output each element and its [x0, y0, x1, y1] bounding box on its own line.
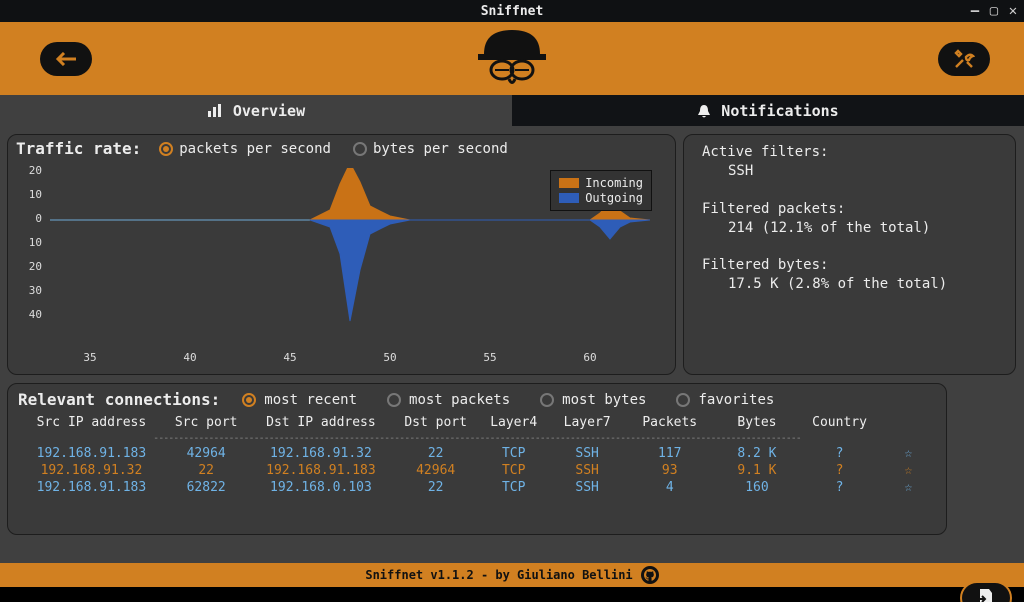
cell-bytes: 9.1 K	[716, 462, 799, 479]
col-l7: Layer7	[550, 413, 623, 432]
tools-icon	[953, 48, 975, 70]
cell-l7: SSH	[550, 462, 623, 479]
radio-bps-label: bytes per second	[373, 141, 508, 157]
minimize-button[interactable]: –	[970, 6, 980, 16]
file-export-icon	[977, 588, 995, 602]
cell-dst_port: 42964	[394, 462, 477, 479]
filters-panel: Active filters: SSH Filtered packets: 21…	[683, 134, 1016, 375]
cell-packets: 93	[624, 462, 716, 479]
filters-l6: 17.5 K (2.8% of the total)	[728, 275, 997, 294]
table-row[interactable]: 192.168.91.3222192.168.91.18342964TCPSSH…	[18, 462, 936, 479]
footer: Sniffnet v1.1.2 - by Giuliano Bellini	[0, 563, 1024, 587]
radio-pps[interactable]	[159, 142, 173, 156]
back-button[interactable]	[40, 42, 92, 76]
radio-favorites[interactable]	[676, 393, 690, 407]
radio-pps-label: packets per second	[179, 141, 331, 157]
footer-text: Sniffnet v1.1.2 - by Giuliano Bellini	[365, 568, 632, 582]
connections-title: Relevant connections:	[18, 390, 220, 409]
radio-most-packets-label: most packets	[409, 392, 510, 408]
cell-country: ?	[798, 479, 881, 496]
github-icon	[644, 569, 656, 581]
cell-country: ?	[798, 445, 881, 462]
filters-l5: Filtered bytes:	[702, 256, 997, 275]
filters-l3: Filtered packets:	[702, 200, 997, 219]
cell-dst_ip: 192.168.0.103	[247, 479, 394, 496]
radio-most-bytes[interactable]	[540, 393, 554, 407]
arrow-left-icon	[54, 52, 78, 66]
cell-src_port: 22	[165, 462, 248, 479]
legend-incoming: Incoming	[585, 176, 643, 190]
window-title: Sniffnet	[481, 4, 544, 19]
col-dst-port: Dst port	[394, 413, 477, 432]
favorite-star[interactable]: ☆	[881, 445, 936, 462]
cell-l4: TCP	[477, 462, 550, 479]
close-button[interactable]: ✕	[1008, 6, 1018, 16]
cell-src_ip: 192.168.91.183	[18, 445, 165, 462]
bell-icon	[697, 104, 711, 118]
radio-bps[interactable]	[353, 142, 367, 156]
cell-dst_ip: 192.168.91.183	[247, 462, 394, 479]
chart-legend: Incoming Outgoing	[550, 170, 652, 211]
cell-l7: SSH	[550, 445, 623, 462]
window-controls: – ▢ ✕	[970, 0, 1018, 22]
cell-src_ip: 192.168.91.183	[18, 479, 165, 496]
radio-most-bytes-label: most bytes	[562, 392, 646, 408]
radio-most-packets[interactable]	[387, 393, 401, 407]
radio-recent-label: most recent	[264, 392, 357, 408]
chart-bar-icon	[207, 104, 223, 118]
table-row[interactable]: 192.168.91.18342964192.168.91.3222TCPSSH…	[18, 445, 936, 462]
col-dst-ip: Dst IP address	[247, 413, 394, 432]
settings-button[interactable]	[938, 42, 990, 76]
connections-table: Src IP address Src port Dst IP address D…	[18, 413, 936, 496]
export-report-button[interactable]	[960, 581, 1012, 602]
traffic-chart: 20 10 0 10 20 30 40 35 40 45 50 55 60 In…	[24, 164, 654, 364]
cell-src_ip: 192.168.91.32	[18, 462, 165, 479]
tab-overview[interactable]: Overview	[0, 95, 512, 126]
filters-l1: Active filters:	[702, 143, 997, 162]
cell-src_port: 62822	[165, 479, 248, 496]
filters-l4: 214 (12.1% of the total)	[728, 219, 997, 238]
col-src-ip: Src IP address	[18, 413, 165, 432]
cell-l7: SSH	[550, 479, 623, 496]
col-bytes: Bytes	[716, 413, 799, 432]
cell-l4: TCP	[477, 479, 550, 496]
cell-dst_ip: 192.168.91.32	[247, 445, 394, 462]
table-row[interactable]: 192.168.91.18362822192.168.0.10322TCPSSH…	[18, 479, 936, 496]
cell-src_port: 42964	[165, 445, 248, 462]
tab-overview-label: Overview	[233, 102, 305, 120]
cell-packets: 4	[624, 479, 716, 496]
header	[0, 22, 1024, 95]
filters-l2: SSH	[728, 162, 997, 181]
col-country: Country	[798, 413, 881, 432]
col-packets: Packets	[624, 413, 716, 432]
maximize-button[interactable]: ▢	[989, 6, 999, 16]
cell-bytes: 8.2 K	[716, 445, 799, 462]
col-l4: Layer4	[477, 413, 550, 432]
cell-dst_port: 22	[394, 445, 477, 462]
cell-country: ?	[798, 462, 881, 479]
github-link[interactable]	[641, 566, 659, 584]
radio-favorites-label: favorites	[698, 392, 774, 408]
connections-panel: Relevant connections: most recent most p…	[7, 383, 947, 535]
col-src-port: Src port	[165, 413, 248, 432]
main: Traffic rate: packets per second bytes p…	[0, 126, 1024, 563]
table-header: Src IP address Src port Dst IP address D…	[18, 413, 936, 432]
cell-packets: 117	[624, 445, 716, 462]
tabs: Overview Notifications	[0, 95, 1024, 126]
cell-l4: TCP	[477, 445, 550, 462]
cell-bytes: 160	[716, 479, 799, 496]
radio-recent[interactable]	[242, 393, 256, 407]
tab-notifications-label: Notifications	[721, 102, 838, 120]
favorite-star[interactable]: ☆	[881, 479, 936, 496]
traffic-panel: Traffic rate: packets per second bytes p…	[7, 134, 676, 375]
legend-outgoing: Outgoing	[585, 191, 643, 205]
app-logo	[476, 24, 548, 94]
favorite-star[interactable]: ☆	[881, 462, 936, 479]
titlebar: Sniffnet – ▢ ✕	[0, 0, 1024, 22]
traffic-title: Traffic rate:	[16, 139, 141, 158]
cell-dst_port: 22	[394, 479, 477, 496]
tab-notifications[interactable]: Notifications	[512, 95, 1024, 126]
